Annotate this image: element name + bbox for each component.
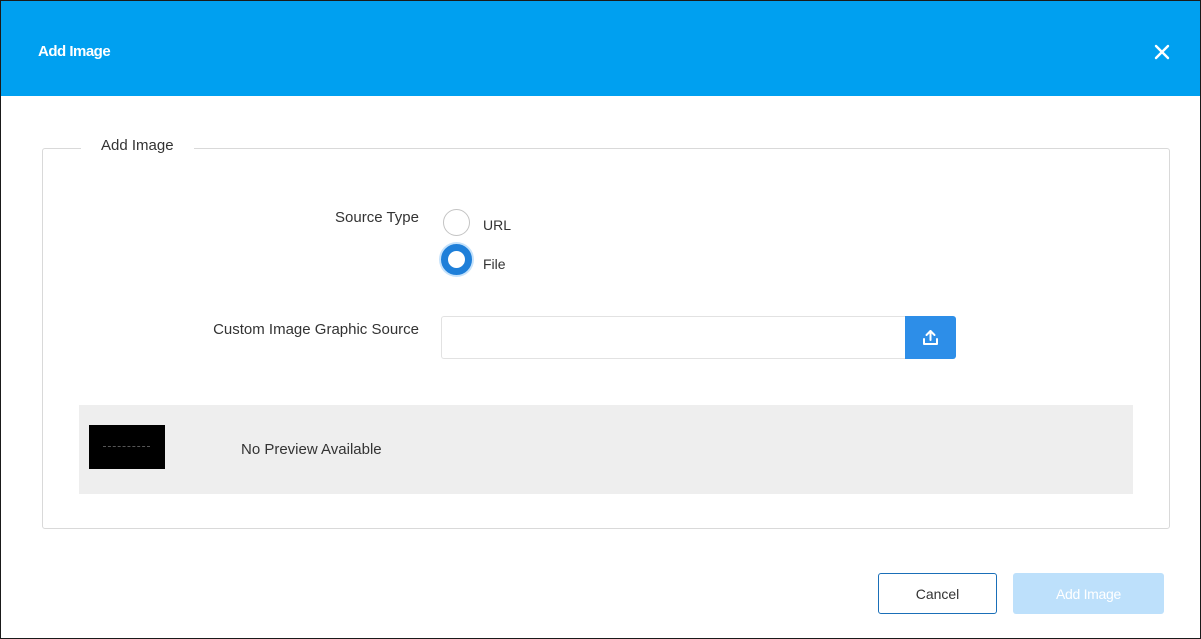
close-button[interactable] <box>1151 41 1173 63</box>
radio-file[interactable] <box>441 244 472 275</box>
no-preview-text: No Preview Available <box>241 441 382 458</box>
upload-button[interactable] <box>905 316 956 359</box>
radio-url-label[interactable]: URL <box>483 217 511 233</box>
custom-image-source-label: Custom Image Graphic Source <box>213 321 419 338</box>
add-image-button[interactable]: Add Image <box>1013 573 1164 614</box>
dialog-title: Add Image <box>38 43 111 60</box>
dialog-header: Add Image <box>1 1 1200 96</box>
cancel-button[interactable]: Cancel <box>878 573 997 614</box>
custom-image-source-input[interactable] <box>441 316 905 359</box>
preview-thumbnail <box>89 425 165 469</box>
preview-placeholder-line <box>103 446 150 447</box>
radio-file-label[interactable]: File <box>483 256 506 272</box>
close-icon <box>1154 44 1170 60</box>
image-preview-area: No Preview Available <box>79 405 1133 494</box>
radio-url[interactable] <box>443 209 470 236</box>
upload-icon <box>923 330 938 345</box>
source-type-label: Source Type <box>335 209 419 226</box>
add-image-dialog: Add Image Add Image Source Type URL File… <box>0 0 1201 639</box>
fieldset-legend: Add Image <box>81 137 194 154</box>
